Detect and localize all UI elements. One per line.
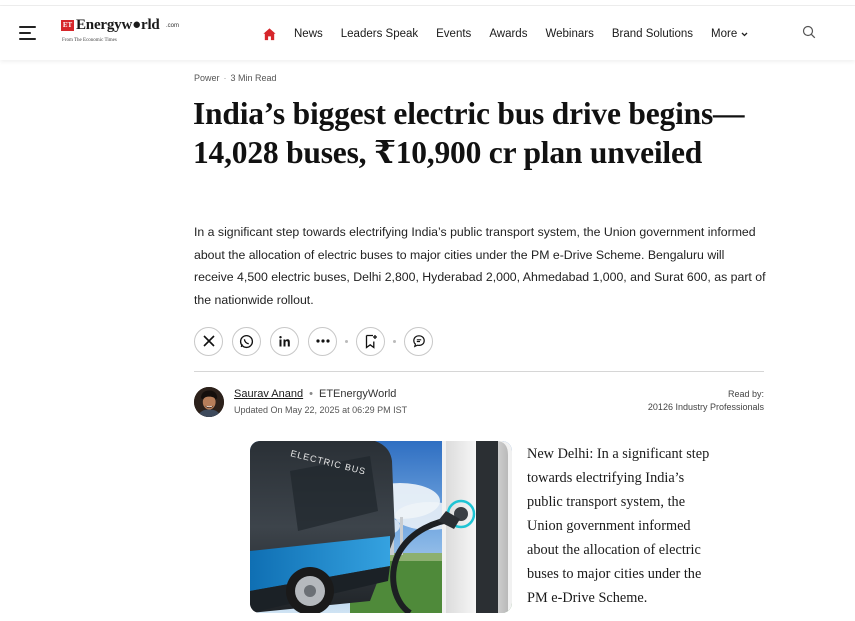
- author-avatar[interactable]: [194, 387, 224, 417]
- nav-more-label: More: [711, 28, 738, 40]
- site-logo[interactable]: ET Energyw●rld .com From The Economic Ti…: [61, 17, 191, 49]
- comment-icon: [412, 335, 425, 348]
- read-by-label: Read by:: [727, 389, 764, 399]
- hero-image[interactable]: ELECTRIC BUS: [250, 441, 512, 613]
- article-body: New Delhi: In a significant step towards…: [527, 442, 717, 610]
- home-icon[interactable]: [262, 27, 277, 42]
- article-title: India’s biggest electric bus drive begin…: [193, 96, 745, 170]
- whatsapp-icon: [239, 334, 254, 348]
- site-header: ET Energyw●rld .com From The Economic Ti…: [0, 6, 855, 60]
- menu-icon[interactable]: [19, 26, 36, 40]
- updated-timestamp: Updated On May 22, 2025 at 06:29 PM IST: [234, 405, 408, 415]
- body-paragraph: In a significant step towards electrifyi…: [527, 446, 710, 606]
- main-nav: News Leaders Speak Events Awards Webinar…: [262, 24, 766, 44]
- search-icon[interactable]: [802, 25, 816, 39]
- separator-dot: [345, 339, 348, 343]
- brand-tagline: From The Economic Times: [62, 38, 117, 43]
- et-badge: ET: [61, 20, 74, 31]
- author-block: Saurav Anand • ETEnergyWorld Updated On Ma…: [194, 387, 764, 419]
- divider: [194, 371, 764, 372]
- read-time: 3 Min Read: [230, 73, 277, 83]
- publication-name[interactable]: ETEnergyWorld: [319, 388, 396, 400]
- nav-item-news[interactable]: News: [294, 28, 323, 40]
- bookmark-button[interactable]: [356, 326, 385, 356]
- nav-item-more[interactable]: More: [711, 28, 748, 40]
- share-linkedin-button[interactable]: [270, 326, 299, 356]
- x-icon: [202, 335, 215, 347]
- separator-dot: [393, 339, 396, 343]
- nav-item-leaders-speak[interactable]: Leaders Speak: [341, 28, 418, 40]
- read-by-count: 20126 Industry Professionals: [647, 402, 764, 412]
- share-bar: [194, 326, 433, 356]
- nav-item-events[interactable]: Events: [436, 28, 471, 40]
- article-summary: In a significant step towards electrifyi…: [194, 225, 766, 307]
- brand-domain: .com: [166, 23, 180, 29]
- brand-name: Energyw●rld: [76, 17, 160, 33]
- nav-item-webinars[interactable]: Webinars: [545, 28, 593, 40]
- dateline: New Delhi:: [527, 446, 594, 462]
- author-name-link[interactable]: Saurav Anand: [234, 388, 303, 400]
- share-more-button[interactable]: [308, 326, 337, 356]
- share-whatsapp-button[interactable]: [232, 326, 261, 356]
- category-link[interactable]: Power: [194, 73, 220, 83]
- comment-button[interactable]: [404, 326, 433, 356]
- bookmark-icon: [365, 334, 377, 349]
- read-by-stats: Read by: 20126 Industry Professionals: [648, 388, 764, 414]
- nav-item-brand-solutions[interactable]: Brand Solutions: [612, 28, 693, 40]
- share-x-button[interactable]: [194, 326, 223, 356]
- more-icon: [315, 339, 330, 343]
- author-line: Saurav Anand • ETEnergyWorld: [234, 388, 397, 400]
- article-meta: Power · 3 Min Read: [194, 73, 277, 83]
- chevron-down-icon: [741, 32, 748, 36]
- nav-item-awards[interactable]: Awards: [489, 28, 527, 40]
- linkedin-icon: [279, 335, 290, 346]
